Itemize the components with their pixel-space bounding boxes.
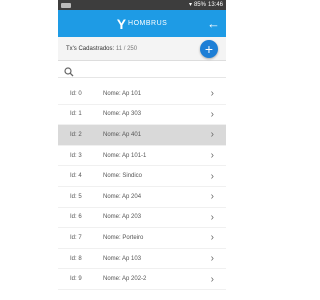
chevron-right-icon: › xyxy=(210,211,214,223)
list-item[interactable]: Id: 2 Nome: Ap 401 › xyxy=(58,125,226,146)
list-item-name: Nome: Ap 101-1 xyxy=(103,152,147,159)
list-item-id: Id: 1 xyxy=(70,111,82,118)
list-item-name: Nome: Ap 303 xyxy=(103,111,142,118)
registered-label-text: Tx's Cadastrados: xyxy=(66,45,115,52)
chevron-right-icon: › xyxy=(210,253,214,265)
list-item[interactable]: Id: 3 Nome: Ap 101-1 › xyxy=(58,146,226,167)
list-item-name: Nome: Ap 203 xyxy=(103,214,142,221)
chevron-right-icon: › xyxy=(210,88,214,100)
phone-screen: ▾ 85% 13:46 Y HOMBRUS ← Tx's Cadastrados… xyxy=(58,0,226,300)
list-item[interactable]: Id: 7 Nome: Porteiro › xyxy=(58,228,226,249)
chevron-right-icon: › xyxy=(210,191,214,203)
list-item-id: Id: 7 xyxy=(70,234,82,241)
chevron-right-icon: › xyxy=(210,108,214,120)
registered-info-bar: Tx's Cadastrados: 11 / 250 + xyxy=(58,37,226,61)
list-item-name: Nome: Ap 204 xyxy=(103,193,142,200)
device-list: Id: 0 Nome: Ap 101 › Id: 1 Nome: Ap 303 › Id: … xyxy=(58,84,226,290)
list-item-id: Id: 2 xyxy=(70,131,82,138)
chevron-right-icon: › xyxy=(210,273,214,285)
list-item-name: Nome: Ap 101 xyxy=(103,90,142,97)
list-item[interactable]: Id: 6 Nome: Ap 203 › xyxy=(58,208,226,229)
list-item-id: Id: 8 xyxy=(70,255,82,262)
logo-text: HOMBRUS xyxy=(128,20,168,27)
list-item[interactable]: Id: 4 Nome: Sindico › xyxy=(58,166,226,187)
app-logo: Y HOMBRUS xyxy=(117,17,168,31)
chevron-right-icon: › xyxy=(210,129,214,141)
list-item[interactable]: Id: 0 Nome: Ap 101 › xyxy=(58,84,226,105)
logo-mark: Y xyxy=(116,15,127,32)
battery-text: 85% xyxy=(193,2,206,8)
list-item-name: Nome: Sindico xyxy=(103,173,143,180)
list-item[interactable]: Id: 5 Nome: Ap 204 › xyxy=(58,187,226,208)
chevron-right-icon: › xyxy=(210,232,214,244)
plus-icon: + xyxy=(204,41,214,57)
status-bar: ▾ 85% 13:46 xyxy=(58,0,226,10)
list-item-id: Id: 9 xyxy=(70,276,82,283)
list-item-name: Nome: Ap 401 xyxy=(103,131,142,138)
app-bar: Y HOMBRUS ← xyxy=(58,10,226,37)
search-bar[interactable] xyxy=(58,61,226,78)
list-item-name: Nome: Porteiro xyxy=(103,234,144,241)
search-icon[interactable] xyxy=(64,64,74,77)
list-item-id: Id: 3 xyxy=(70,152,82,159)
list-item-id: Id: 6 xyxy=(70,214,82,221)
wifi-icon: ▾ xyxy=(188,2,192,8)
registered-label: Tx's Cadastrados: 11 / 250 xyxy=(66,46,137,52)
notification-icon xyxy=(61,2,71,8)
list-item[interactable]: Id: 1 Nome: Ap 303 › xyxy=(58,105,226,126)
list-item-id: Id: 4 xyxy=(70,173,82,180)
list-item-name: Nome: Ap 103 xyxy=(103,255,142,262)
arrow-left-icon[interactable]: ← xyxy=(207,17,220,30)
list-item-name: Nome: Ap 202-2 xyxy=(103,276,147,283)
add-button[interactable]: + xyxy=(200,40,218,58)
registered-count: 11 / 250 xyxy=(115,45,138,52)
list-item[interactable]: Id: 8 Nome: Ap 103 › xyxy=(58,249,226,270)
clock-text: 13:46 xyxy=(207,2,223,8)
status-right: ▾ 85% 13:46 xyxy=(189,0,223,10)
list-item-id: Id: 5 xyxy=(70,193,82,200)
list-item[interactable]: Id: 9 Nome: Ap 202-2 › xyxy=(58,269,226,290)
chevron-right-icon: › xyxy=(210,150,214,162)
chevron-right-icon: › xyxy=(210,170,214,182)
list-item-id: Id: 0 xyxy=(70,90,82,97)
